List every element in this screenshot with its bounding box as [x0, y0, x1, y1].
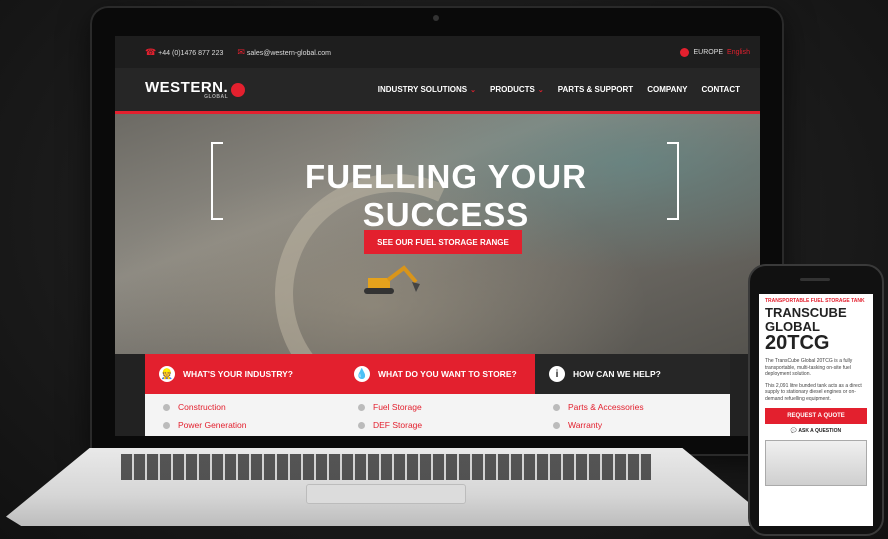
phone: TRANSPORTABLE FUEL STORAGE TANK TRANSCUB…: [748, 264, 884, 536]
list-item[interactable]: DEF Storage: [358, 420, 535, 430]
bullet-icon: [553, 421, 560, 429]
phone-speaker: [800, 278, 830, 281]
panel-0[interactable]: 👷 WHAT'S YOUR INDUSTRY?: [145, 354, 340, 394]
nav-menu: INDUSTRY SOLUTIONS ⌄ PRODUCTS ⌄ PARTS & SUPP…: [378, 85, 740, 94]
logo-badge-icon: [231, 82, 246, 97]
laptop-screen: ☎ +44 (0)1476 877 223 ✉ sales@western-gl…: [115, 36, 760, 436]
bullet-icon: [358, 403, 365, 411]
nav-item-industry-solutions[interactable]: INDUSTRY SOLUTIONS ⌄: [378, 85, 476, 94]
bullet-icon: [553, 403, 560, 411]
email-contact[interactable]: ✉ sales@western-global.com: [237, 47, 331, 58]
list-item[interactable]: Construction: [163, 402, 340, 412]
title-bracket-left: [211, 142, 223, 220]
list-column: Construction Power Generation: [145, 394, 340, 436]
chevron-down-icon: ⌄: [470, 86, 476, 94]
nav-item-parts-support[interactable]: PARTS & SUPPORT: [558, 85, 633, 94]
product-name: TRANSCUBE GLOBAL: [765, 305, 847, 334]
bullet-icon: [163, 403, 170, 411]
fuel-storage-range-button[interactable]: SEE OUR FUEL STORAGE RANGE: [364, 230, 522, 254]
camera: [433, 15, 439, 21]
quick-links: 👷 WHAT'S YOUR INDUSTRY? 💧 WHAT DO YOU WANT …: [145, 354, 730, 394]
laptop-base: [6, 448, 766, 526]
bullet-icon: [163, 421, 170, 429]
keyboard: [121, 454, 651, 480]
list-item[interactable]: Fuel Storage: [358, 402, 535, 412]
region-selector[interactable]: EUROPE English: [680, 47, 750, 57]
tank-image: [765, 440, 867, 487]
laptop-lid: ☎ +44 (0)1476 877 223 ✉ sales@western-gl…: [90, 6, 784, 456]
logo[interactable]: WESTERN. GLOBAL: [145, 79, 246, 100]
nav-item-products[interactable]: PRODUCTS ⌄: [490, 85, 544, 94]
ask-question-link[interactable]: 💬 ASK A QUESTION: [765, 428, 867, 434]
request-quote-button[interactable]: REQUEST A QUOTE: [765, 408, 867, 425]
list-item[interactable]: Parts & Accessories: [553, 402, 730, 412]
list-item[interactable]: Warranty: [553, 420, 730, 430]
list-item[interactable]: Power Generation: [163, 420, 340, 430]
phone-icon: ☎: [145, 46, 157, 57]
product-model: 20TCG: [765, 332, 830, 355]
nav-item-contact[interactable]: CONTACT: [701, 85, 740, 94]
nav-item-company[interactable]: COMPANY: [647, 85, 687, 94]
globe-icon: [680, 47, 690, 57]
chevron-down-icon: ⌄: [537, 86, 544, 94]
product-capacity: This 2,091 litre bunded tank acts as a d…: [765, 382, 862, 402]
worker-icon: 👷: [159, 366, 175, 382]
list-column: Parts & Accessories Warranty: [535, 394, 730, 436]
main-nav: WESTERN. GLOBAL INDUSTRY SOLUTIONS ⌄ PRODUC…: [115, 68, 760, 114]
phone-screen: TRANSPORTABLE FUEL STORAGE TANK TRANSCUB…: [759, 294, 873, 526]
title-bracket-right: [667, 142, 679, 220]
list-column: Fuel Storage DEF Storage: [340, 394, 535, 436]
product-kicker: TRANSPORTABLE FUEL STORAGE TANK: [765, 298, 865, 304]
panel-1[interactable]: 💧 WHAT DO YOU WANT TO STORE?: [340, 354, 535, 394]
hero-banner: FUELLING YOUR SUCCESS SEE OUR FUEL STORA…: [115, 114, 760, 436]
product-description: The TransCube Global 20TCG is a fully tr…: [765, 358, 853, 378]
chat-icon: 💬: [790, 428, 798, 435]
mail-icon: ✉: [237, 46, 245, 57]
hero-title: FUELLING YOUR SUCCESS: [305, 158, 587, 233]
info-icon: i: [549, 366, 565, 382]
phone-contact[interactable]: ☎ +44 (0)1476 877 223: [145, 47, 223, 58]
bullet-icon: [358, 421, 365, 429]
panel-2[interactable]: i HOW CAN WE HELP?: [535, 354, 730, 394]
top-bar: ☎ +44 (0)1476 877 223 ✉ sales@western-gl…: [115, 36, 760, 68]
trackpad: [306, 484, 466, 504]
excavator-image: [364, 265, 420, 294]
quick-link-lists: Construction Power Generation Fuel Storage…: [145, 394, 730, 436]
drop-icon: 💧: [354, 366, 370, 382]
